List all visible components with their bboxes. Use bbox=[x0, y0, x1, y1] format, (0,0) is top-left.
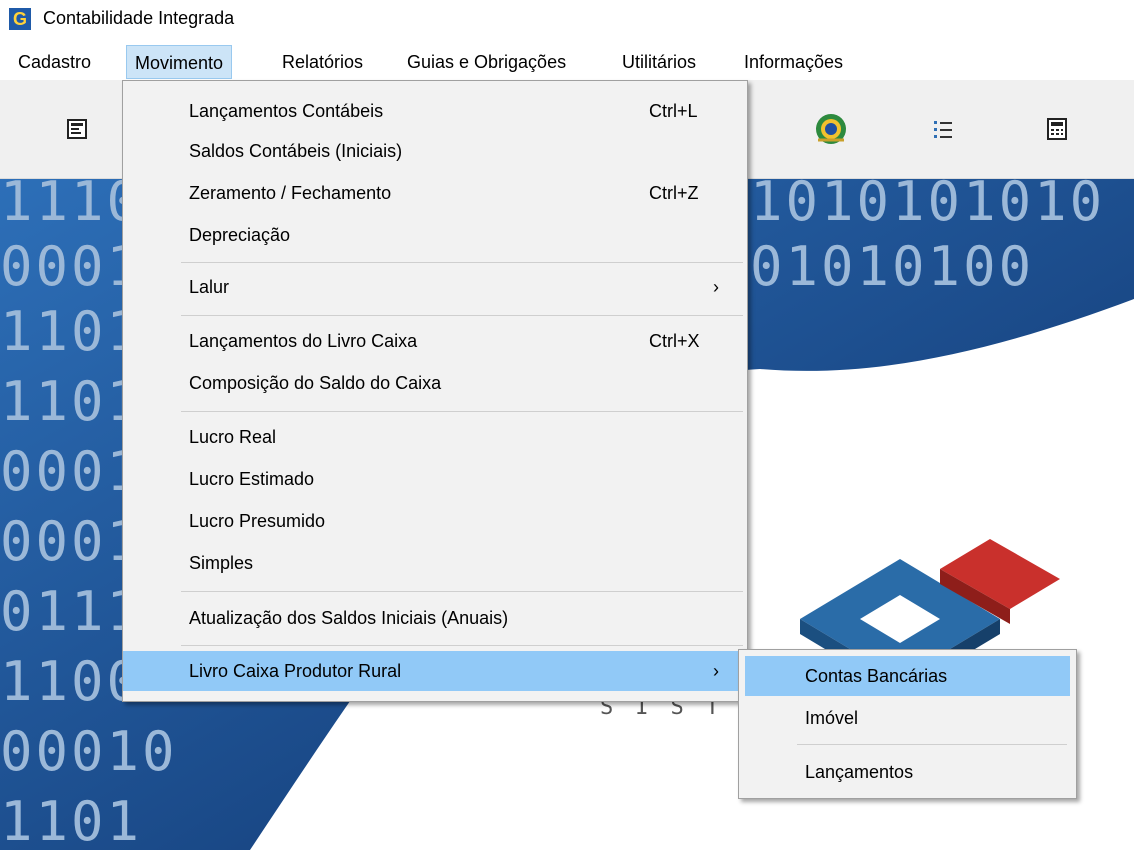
menu-item-livro-caixa-produtor-rural[interactable]: Livro Caixa Produtor Rural › bbox=[123, 651, 747, 691]
submenu-item-label: Contas Bancárias bbox=[805, 666, 948, 686]
menu-item-label: Zeramento / Fechamento bbox=[189, 183, 392, 203]
menu-item-lucro-presumido[interactable]: Lucro Presumido bbox=[123, 501, 747, 541]
app-logo-icon[interactable]: G bbox=[9, 8, 31, 30]
menu-utilitarios[interactable]: Utilitários bbox=[614, 45, 704, 79]
menu-item-label: Lucro Estimado bbox=[189, 469, 315, 489]
binary-text: 1101 bbox=[0, 370, 143, 433]
menu-item-depreciacao[interactable]: Depreciação bbox=[123, 215, 747, 255]
menu-item-zeramento[interactable]: Zeramento / Fechamento Ctrl+Z bbox=[123, 173, 747, 213]
menu-separator bbox=[181, 645, 743, 646]
menu-item-lancamentos-contabeis[interactable]: Lançamentos Contábeis Ctrl+L bbox=[123, 91, 747, 131]
numbered-list-icon[interactable] bbox=[926, 112, 960, 146]
binary-text: 1101 bbox=[0, 300, 143, 363]
menu-item-label: Simples bbox=[189, 553, 254, 573]
calculator-icon[interactable] bbox=[1040, 112, 1074, 146]
form-icon[interactable] bbox=[60, 112, 94, 146]
menu-guias-obrigacoes[interactable]: Guias e Obrigações bbox=[399, 45, 574, 79]
shortcut-label: Ctrl+L bbox=[649, 101, 698, 121]
binary-text: 1110 bbox=[0, 170, 143, 233]
menu-movimento[interactable]: Movimento bbox=[126, 45, 233, 79]
menu-separator bbox=[181, 411, 743, 412]
binary-text: 00010 bbox=[0, 720, 178, 783]
menu-item-label: Livro Caixa Produtor Rural bbox=[189, 661, 402, 681]
menu-separator bbox=[181, 315, 743, 316]
menu-item-label: Composição do Saldo do Caixa bbox=[189, 373, 442, 393]
binary-text: 0001 bbox=[0, 235, 143, 298]
menu-separator bbox=[797, 744, 1067, 745]
menu-item-label: Lalur bbox=[189, 277, 230, 297]
menu-separator bbox=[181, 262, 743, 263]
submenu-item-lancamentos[interactable]: Lançamentos bbox=[745, 752, 1070, 792]
binary-text: 01010100 bbox=[750, 235, 1035, 298]
menu-separator bbox=[181, 591, 743, 592]
menu-item-lancamentos-livro-caixa[interactable]: Lançamentos do Livro Caixa Ctrl+X bbox=[123, 321, 747, 361]
menu-item-simples[interactable]: Simples bbox=[123, 543, 747, 583]
chevron-right-icon: › bbox=[713, 277, 719, 297]
menu-informacoes[interactable]: Informações bbox=[736, 45, 851, 79]
livro-caixa-submenu: Contas Bancárias Imóvel Lançamentos bbox=[738, 649, 1077, 799]
window-title: Contabilidade Integrada bbox=[43, 8, 235, 28]
binary-text: 1100 bbox=[0, 650, 143, 713]
binary-text: 0111 bbox=[0, 580, 143, 643]
menu-item-label: Lucro Presumido bbox=[189, 511, 326, 531]
menu-item-label: Lançamentos Contábeis bbox=[189, 101, 384, 121]
menu-item-composicao-saldo[interactable]: Composição do Saldo do Caixa bbox=[123, 363, 747, 403]
menu-item-lucro-real[interactable]: Lucro Real bbox=[123, 417, 747, 457]
binary-text: 0001 bbox=[0, 510, 143, 573]
menu-item-lucro-estimado[interactable]: Lucro Estimado bbox=[123, 459, 747, 499]
menu-item-label: Atualização dos Saldos Iniciais (Anuais) bbox=[189, 608, 509, 628]
menu-cadastro[interactable]: Cadastro bbox=[10, 45, 99, 79]
brasil-coat-of-arms-icon[interactable] bbox=[814, 112, 848, 146]
submenu-item-label: Lançamentos bbox=[805, 762, 914, 782]
menu-item-label: Lançamentos do Livro Caixa bbox=[189, 331, 418, 351]
binary-text: 1101 bbox=[0, 790, 143, 853]
menu-bar: Cadastro Movimento Relatórios Guias e Ob… bbox=[0, 45, 1134, 79]
menu-relatorios[interactable]: Relatórios bbox=[274, 45, 371, 79]
shortcut-label: Ctrl+X bbox=[649, 331, 700, 351]
menu-item-label: Depreciação bbox=[189, 225, 291, 245]
shortcut-label: Ctrl+Z bbox=[649, 183, 699, 203]
menu-item-lalur[interactable]: Lalur › bbox=[123, 267, 747, 307]
movimento-dropdown: Lançamentos Contábeis Ctrl+L Saldos Cont… bbox=[122, 80, 748, 702]
menu-item-label: Lucro Real bbox=[189, 427, 277, 447]
binary-text: 0001 bbox=[0, 440, 143, 503]
submenu-item-label: Imóvel bbox=[805, 708, 859, 728]
submenu-item-contas-bancarias[interactable]: Contas Bancárias bbox=[745, 656, 1070, 696]
chevron-right-icon: › bbox=[713, 661, 719, 681]
menu-item-saldos-contabeis[interactable]: Saldos Contábeis (Iniciais) bbox=[123, 131, 747, 171]
binary-text: 1010101010 bbox=[750, 170, 1106, 233]
menu-item-atualizacao-saldos[interactable]: Atualização dos Saldos Iniciais (Anuais) bbox=[123, 598, 747, 638]
title-bar: G Contabilidade Integrada bbox=[0, 0, 1134, 37]
submenu-item-imovel[interactable]: Imóvel bbox=[745, 698, 1070, 738]
menu-item-label: Saldos Contábeis (Iniciais) bbox=[189, 141, 403, 161]
